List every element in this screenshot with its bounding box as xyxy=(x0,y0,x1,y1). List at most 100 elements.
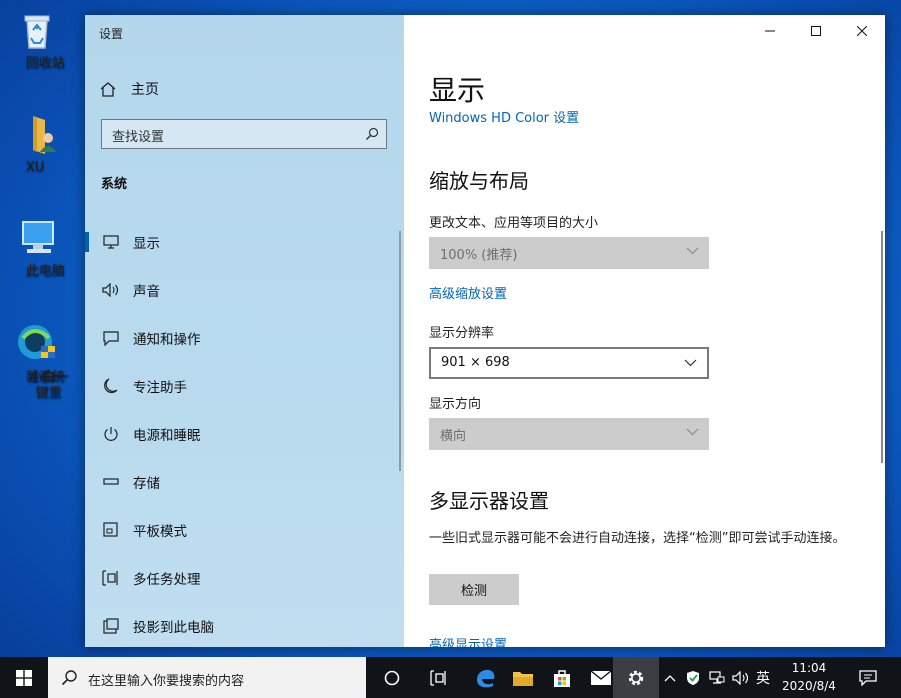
taskbar-search-box[interactable]: 在这里输入你要搜索的内容 xyxy=(48,657,366,698)
orientation-label: 显示方向 xyxy=(429,397,482,412)
notification-icon xyxy=(859,669,877,686)
moon-icon xyxy=(101,376,121,396)
search-placeholder: 查找设置 xyxy=(112,130,165,145)
network-icon xyxy=(709,670,725,684)
desktop-icon-installer[interactable]: 小白一键重 装系统 xyxy=(2,322,72,401)
resolution-label: 显示分辨率 xyxy=(429,326,495,341)
sidebar-item-label: 声音 xyxy=(133,284,160,300)
clock-date: 2020/8/4 xyxy=(782,679,836,693)
maximize-icon xyxy=(811,26,821,36)
sidebar-item-label: 多任务处理 xyxy=(133,572,201,588)
clock-time: 11:04 xyxy=(791,661,827,675)
scale-dropdown[interactable]: 100% (推荐) xyxy=(429,237,709,269)
chevron-down-icon xyxy=(686,247,699,255)
sidebar-item-sound[interactable]: 声音 xyxy=(85,266,404,314)
sidebar-scrollbar[interactable] xyxy=(399,231,401,471)
clock[interactable]: 11:04 2020/8/4 xyxy=(777,659,841,695)
minimize-button[interactable] xyxy=(747,15,793,47)
start-button[interactable] xyxy=(0,657,48,698)
sidebar-item-focus-assist[interactable]: 专注助手 xyxy=(85,362,404,410)
orientation-dropdown[interactable]: 横向 xyxy=(429,418,709,450)
sidebar-item-display[interactable]: 显示 xyxy=(85,218,404,266)
sidebar-item-power[interactable]: 电源和睡眠 xyxy=(85,410,404,458)
content-scrollbar[interactable] xyxy=(881,231,883,463)
sidebar-item-label: 投影到此电脑 xyxy=(133,620,214,636)
sidebar-item-multitasking[interactable]: 多任务处理 xyxy=(85,554,404,602)
sidebar-item-label: 平板模式 xyxy=(133,524,187,540)
task-view-button[interactable] xyxy=(416,657,462,698)
desktop-icon-label: XU xyxy=(26,160,45,175)
settings-search-input[interactable]: 查找设置 xyxy=(101,119,387,149)
tray-overflow-button[interactable] xyxy=(662,657,678,698)
action-center-button[interactable] xyxy=(851,657,885,698)
chevron-down-icon xyxy=(686,428,699,436)
home-icon xyxy=(100,82,116,97)
chevron-up-icon xyxy=(664,674,676,681)
tablet-icon xyxy=(101,520,121,540)
settings-window: 设置 主页 查找设置 系统 显示 声音 通知和操作 专注助手 电源和睡眠 存储 … xyxy=(85,15,885,647)
orientation-value: 横向 xyxy=(440,429,467,444)
desktop-icon-user-folder[interactable]: XU xyxy=(2,112,72,175)
desktop-icon-this-pc[interactable]: 此电脑 xyxy=(2,216,72,279)
monitor-icon xyxy=(101,232,121,252)
hd-color-link[interactable]: Windows HD Color 设置 xyxy=(429,107,579,126)
close-button[interactable] xyxy=(839,15,885,47)
input-language-button[interactable]: 英 xyxy=(752,657,774,698)
sidebar-item-label: 存储 xyxy=(133,476,160,492)
search-icon xyxy=(61,670,77,686)
display-settings-pane: 显示 Windows HD Color 设置 缩放与布局 更改文本、应用等项目的… xyxy=(405,15,885,647)
search-icon xyxy=(366,127,379,140)
resolution-value: 901 × 698 xyxy=(441,355,510,370)
window-title: 设置 xyxy=(99,27,124,41)
sidebar-item-notifications[interactable]: 通知和操作 xyxy=(85,314,404,362)
scale-label: 更改文本、应用等项目的大小 xyxy=(429,216,599,231)
scale-section-title: 缩放与布局 xyxy=(429,169,529,193)
sidebar-item-label: 显示 xyxy=(133,236,160,252)
advanced-scaling-link[interactable]: 高级缩放设置 xyxy=(429,283,507,302)
cortana-button[interactable] xyxy=(369,657,415,698)
installer-app-icon xyxy=(15,322,59,366)
multi-display-section-title: 多显示器设置 xyxy=(429,489,549,513)
resolution-dropdown[interactable]: 901 × 698 xyxy=(429,347,709,379)
shield-icon xyxy=(687,670,699,685)
close-icon xyxy=(857,26,867,36)
user-folder-icon xyxy=(15,112,59,156)
desktop-icon-label: 装系统 xyxy=(26,370,66,385)
volume-tray-button[interactable] xyxy=(730,657,752,698)
desktop-icon-label: 回收站 xyxy=(26,56,66,71)
recycle-bin-icon xyxy=(15,8,59,52)
sidebar-item-label: 电源和睡眠 xyxy=(133,428,201,444)
network-tray-button[interactable] xyxy=(706,657,728,698)
home-label: 主页 xyxy=(131,82,159,98)
sidebar-item-tablet-mode[interactable]: 平板模式 xyxy=(85,506,404,554)
storage-icon xyxy=(101,472,121,492)
windows-logo-icon xyxy=(16,669,32,686)
cortana-icon xyxy=(384,670,400,685)
detect-button[interactable]: 检测 xyxy=(429,574,519,605)
multitask-icon xyxy=(101,568,121,588)
desktop-icon-recycle-bin[interactable]: 回收站 xyxy=(2,8,72,71)
sidebar-item-label: 通知和操作 xyxy=(133,332,201,348)
mail-icon xyxy=(590,669,612,685)
sidebar-item-storage[interactable]: 存储 xyxy=(85,458,404,506)
advanced-display-link[interactable]: 高级显示设置 xyxy=(429,634,507,647)
gear-icon xyxy=(628,670,644,685)
sidebar-item-home[interactable]: 主页 xyxy=(99,79,159,99)
notification-icon xyxy=(101,328,121,348)
project-icon xyxy=(101,616,121,636)
sidebar-item-project[interactable]: 投影到此电脑 xyxy=(85,602,404,647)
security-tray-button[interactable] xyxy=(682,657,704,698)
minimize-icon xyxy=(765,30,775,32)
power-icon xyxy=(101,424,121,444)
page-title: 显示 xyxy=(429,74,486,107)
volume-icon xyxy=(732,670,749,685)
store-icon xyxy=(554,669,570,687)
desktop-icon-label: 此电脑 xyxy=(26,264,66,279)
this-pc-icon xyxy=(15,216,59,260)
sidebar-item-label: 专注助手 xyxy=(133,380,187,396)
settings-taskbar-button[interactable] xyxy=(613,657,659,698)
scale-value: 100% (推荐) xyxy=(440,248,518,263)
edge-icon xyxy=(477,669,495,687)
maximize-button[interactable] xyxy=(793,15,839,47)
taskbar-search-placeholder: 在这里输入你要搜索的内容 xyxy=(88,674,245,689)
